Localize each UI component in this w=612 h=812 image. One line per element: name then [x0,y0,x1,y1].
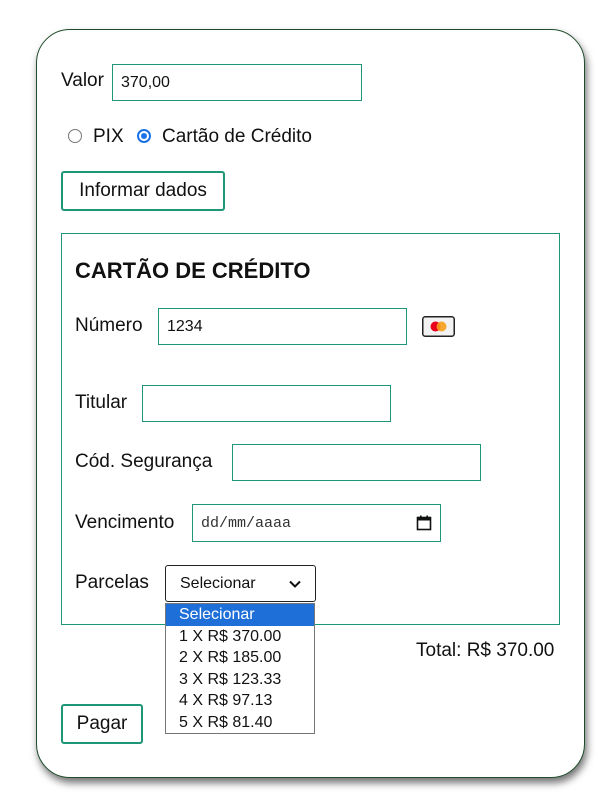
parcelas-option[interactable]: 3 X R$ 123.33 [166,669,314,691]
numero-label: Número [75,315,143,336]
parcelas-label: Parcelas [75,572,149,593]
numero-value: 1234 [167,317,203,335]
valor-value: 370,00 [121,73,170,91]
radio-credit-card-label[interactable]: Cartão de Crédito [162,126,312,148]
vencimento-date-input[interactable]: dd/mm/aaaa [192,504,441,542]
parcelas-selected: Selecionar [180,574,256,592]
section-title: CARTÃO DE CRÉDITO [75,258,311,283]
radio-pix-label[interactable]: PIX [93,126,124,148]
cod-seguranca-input[interactable] [232,444,481,481]
titular-label: Titular [75,392,128,413]
parcelas-option[interactable]: 2 X R$ 185.00 [166,647,314,669]
parcelas-dropdown-list: Selecionar 1 X R$ 370.00 2 X R$ 185.00 3… [165,603,315,734]
parcelas-option[interactable]: Selecionar [166,604,314,626]
numero-input[interactable]: 1234 [158,308,407,345]
vencimento-label: Vencimento [75,512,175,533]
valor-input[interactable]: 370,00 [112,64,362,101]
titular-input[interactable] [142,385,391,422]
cod-seguranca-label: Cód. Segurança [75,451,213,472]
chevron-down-icon [289,580,301,588]
vencimento-placeholder: dd/mm/aaaa [201,514,292,532]
parcelas-option[interactable]: 1 X R$ 370.00 [166,626,314,648]
parcelas-option[interactable]: 5 X R$ 81.40 [166,712,314,734]
pay-button[interactable]: Pagar [61,704,143,744]
radio-credit-card[interactable] [137,129,151,143]
parcelas-option[interactable]: 4 X R$ 97.13 [166,690,314,712]
calendar-icon[interactable] [416,515,432,531]
valor-label: Valor [61,70,104,91]
radio-pix[interactable] [68,129,82,143]
inform-data-button[interactable]: Informar dados [61,171,225,211]
mastercard-icon [422,316,455,337]
total-text: Total: R$ 370.00 [416,640,555,661]
parcelas-select[interactable]: Selecionar [165,565,316,602]
